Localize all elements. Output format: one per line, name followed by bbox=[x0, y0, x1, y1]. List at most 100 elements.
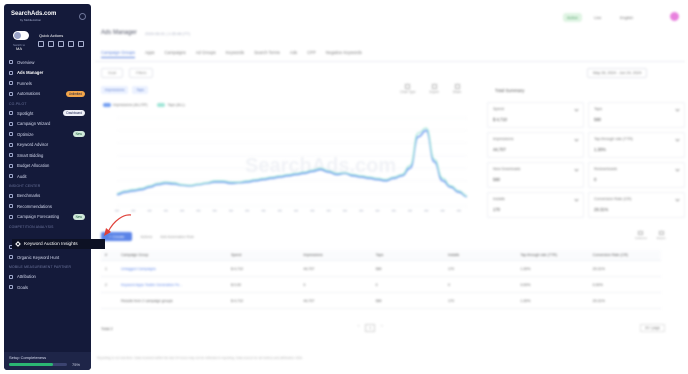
tab-keywords[interactable]: Keywords bbox=[226, 50, 244, 58]
sidebar-item-optimize[interactable]: Optimize New bbox=[4, 129, 91, 140]
sidebar-item-label: Recommendations bbox=[17, 203, 52, 209]
sidebar-item-ads-manager[interactable]: Ads Manager bbox=[4, 68, 91, 79]
kpi-card[interactable]: Tap-through rate (TTR) 1.30% bbox=[588, 132, 685, 158]
sidebar-item-campaign-forecasting[interactable]: Campaign Forecasting New bbox=[4, 212, 91, 223]
chart-type-button[interactable]: Chart Type bbox=[400, 84, 416, 94]
avatar[interactable] bbox=[670, 12, 679, 21]
kpi-card[interactable]: New Downloads 580 bbox=[487, 162, 584, 188]
tab-apps[interactable]: Apps bbox=[145, 50, 155, 58]
app-logo[interactable]: SearchAds.com bbox=[11, 11, 56, 17]
kpi-card[interactable]: Taps 580 bbox=[588, 102, 685, 128]
sidebar-item-smart-bidding[interactable]: Smart Bidding bbox=[4, 150, 91, 161]
target-icon[interactable] bbox=[48, 41, 54, 47]
collapse-sidebar-icon[interactable] bbox=[79, 13, 86, 20]
kpi-label: Redownloads bbox=[594, 167, 618, 171]
column-header[interactable]: Tap-through rate (TTR) bbox=[516, 253, 588, 257]
sidebar-item-benchmarks[interactable]: Benchmarks bbox=[4, 191, 91, 202]
kpi-card[interactable]: Impressions 44,707 bbox=[487, 132, 584, 158]
column-header[interactable]: Spend bbox=[227, 253, 299, 257]
sidebar-item-goals[interactable]: Goals bbox=[4, 282, 91, 293]
tab-negative-keywords[interactable]: Negative Keywords bbox=[326, 50, 362, 58]
goal-filter[interactable]: Goal bbox=[101, 68, 124, 78]
create-button[interactable]: + Create bbox=[101, 232, 133, 241]
sidebar-item-budget-allocation[interactable]: Budget Allocation bbox=[4, 161, 91, 172]
column-header[interactable]: Installs bbox=[444, 253, 516, 257]
sidebar-item-recommendations[interactable]: Recommendations bbox=[4, 201, 91, 212]
sidebar-item-keyword-auction-insights[interactable]: Keyword Auction Insights bbox=[12, 239, 105, 249]
language-select[interactable]: English bbox=[616, 13, 637, 22]
goals-icon bbox=[9, 285, 13, 290]
sidebar-item-organic-keyword-hunt[interactable]: Organic Keyword Hunt bbox=[4, 252, 91, 263]
tab-search-terms[interactable]: Search Terms bbox=[254, 50, 280, 58]
kpi-card[interactable]: Conversion Rate (CR) 29.31% bbox=[588, 192, 685, 218]
column-header[interactable]: Conversion Rate (CR) bbox=[589, 253, 661, 257]
tab-cpp[interactable]: CPP bbox=[307, 50, 316, 58]
add-automation-rule-button[interactable]: Add Automation Rule bbox=[160, 235, 194, 239]
trophy-icon[interactable] bbox=[68, 41, 74, 47]
sidebar-item-audit[interactable]: Audit bbox=[4, 171, 91, 182]
sidebar-item-keyword-advisor[interactable]: Keyword Advisor bbox=[4, 140, 91, 151]
actions-dropdown[interactable]: Actions bbox=[140, 235, 152, 239]
date-range-picker[interactable]: May 26, 2024 - Jun 24, 2024 bbox=[587, 68, 648, 78]
export-table-button[interactable]: Export bbox=[657, 231, 666, 240]
ads-manager-icon bbox=[9, 70, 13, 75]
wallet-icon[interactable] bbox=[58, 41, 64, 47]
next-page-button[interactable]: › bbox=[381, 324, 382, 332]
column-header[interactable]: Taps bbox=[372, 253, 444, 257]
table-row[interactable]: 2 Keyword Apps Testim Generation Fe... $ 0… bbox=[101, 277, 661, 293]
metric-chip[interactable]: Taps bbox=[132, 86, 148, 94]
sidebar-item-automations[interactable]: Automations Unlimited bbox=[4, 89, 91, 100]
tab-ad-groups[interactable]: Ad Groups bbox=[196, 50, 216, 58]
kpi-value: 580 bbox=[493, 177, 500, 182]
table-footer: Total 2 bbox=[101, 326, 681, 331]
share-chart-button[interactable]: Share bbox=[453, 84, 461, 94]
legend-taps[interactable]: Taps (ALL) bbox=[157, 103, 185, 108]
sidebar-item-overview[interactable]: Overview bbox=[4, 57, 91, 68]
columns-button[interactable]: Columns bbox=[635, 231, 647, 240]
column-header[interactable]: Campaign Group bbox=[117, 253, 227, 257]
kpi-card[interactable]: Redownloads 0 bbox=[588, 162, 685, 188]
grid-icon[interactable] bbox=[38, 41, 44, 47]
account-switch-toggle[interactable] bbox=[13, 31, 29, 40]
setup-progress-bar bbox=[9, 363, 67, 366]
kpi-card[interactable]: Installs 170 bbox=[487, 192, 584, 218]
sidebar-item-campaign-wizard[interactable]: Campaign Wizard bbox=[4, 119, 91, 130]
tab-ads[interactable]: Ads bbox=[290, 50, 297, 58]
tab-campaign-groups[interactable]: Campaign Groups bbox=[101, 50, 135, 58]
prev-page-button[interactable]: ‹ bbox=[358, 324, 359, 332]
sidebar-item-label: Keyword Auction Insights bbox=[24, 241, 78, 247]
recommendations-icon bbox=[9, 204, 13, 209]
app-root: SearchAds.com by MobileAction Switch to … bbox=[0, 0, 688, 374]
column-header[interactable]: Impressions bbox=[299, 253, 371, 257]
setup-percent: 75% bbox=[72, 362, 81, 367]
tab-divider bbox=[95, 61, 685, 62]
column-header[interactable]: # bbox=[101, 253, 117, 257]
campaign-group-name[interactable]: Untagged Campaigns bbox=[117, 267, 227, 271]
table-tool-label: Columns bbox=[635, 236, 647, 240]
kpi-label: New Downloads bbox=[493, 167, 521, 171]
sidebar-item-spotlight[interactable]: Spotlight Dashboard bbox=[4, 108, 91, 119]
page-number[interactable]: 1 bbox=[365, 324, 376, 332]
export-chart-button[interactable]: Export bbox=[430, 84, 439, 94]
table-cell: 170 bbox=[447, 266, 454, 271]
status-pill[interactable]: Active bbox=[563, 13, 582, 22]
table-row[interactable]: Results from 2 campaign groups $ 4,710 44,… bbox=[101, 293, 661, 309]
filters-button[interactable]: Filters bbox=[129, 68, 154, 78]
metric-chip[interactable]: Impressions bbox=[101, 86, 129, 94]
tab-campaigns[interactable]: Campaigns bbox=[165, 50, 186, 58]
toggle-knob bbox=[14, 32, 21, 39]
sidebar-item-attribution[interactable]: Attribution bbox=[4, 272, 91, 283]
x-tick-mark bbox=[228, 210, 233, 212]
legend-impressions[interactable]: Impressions (ALLTIP) bbox=[103, 103, 147, 108]
setup-completeness[interactable]: Setup Completeness 75% bbox=[4, 352, 91, 370]
x-tick-mark bbox=[326, 210, 331, 212]
campaign-group-name[interactable]: Keyword Apps Testim Generation Fe... bbox=[117, 283, 227, 287]
nav-badge: New bbox=[72, 213, 85, 220]
live-pill[interactable]: Live bbox=[590, 13, 605, 22]
sidebar-item-funnels[interactable]: Funnels bbox=[4, 78, 91, 89]
table-row[interactable]: 1 Untagged Campaigns $ 4,710 44,707 580 170 1.… bbox=[101, 261, 661, 277]
kpi-card[interactable]: Spend $ 4,710 bbox=[487, 102, 584, 128]
sidebar-item-label: Benchmarks bbox=[17, 193, 41, 199]
list-icon[interactable] bbox=[78, 41, 84, 47]
page-size-select[interactable]: 20 / page bbox=[640, 324, 665, 332]
